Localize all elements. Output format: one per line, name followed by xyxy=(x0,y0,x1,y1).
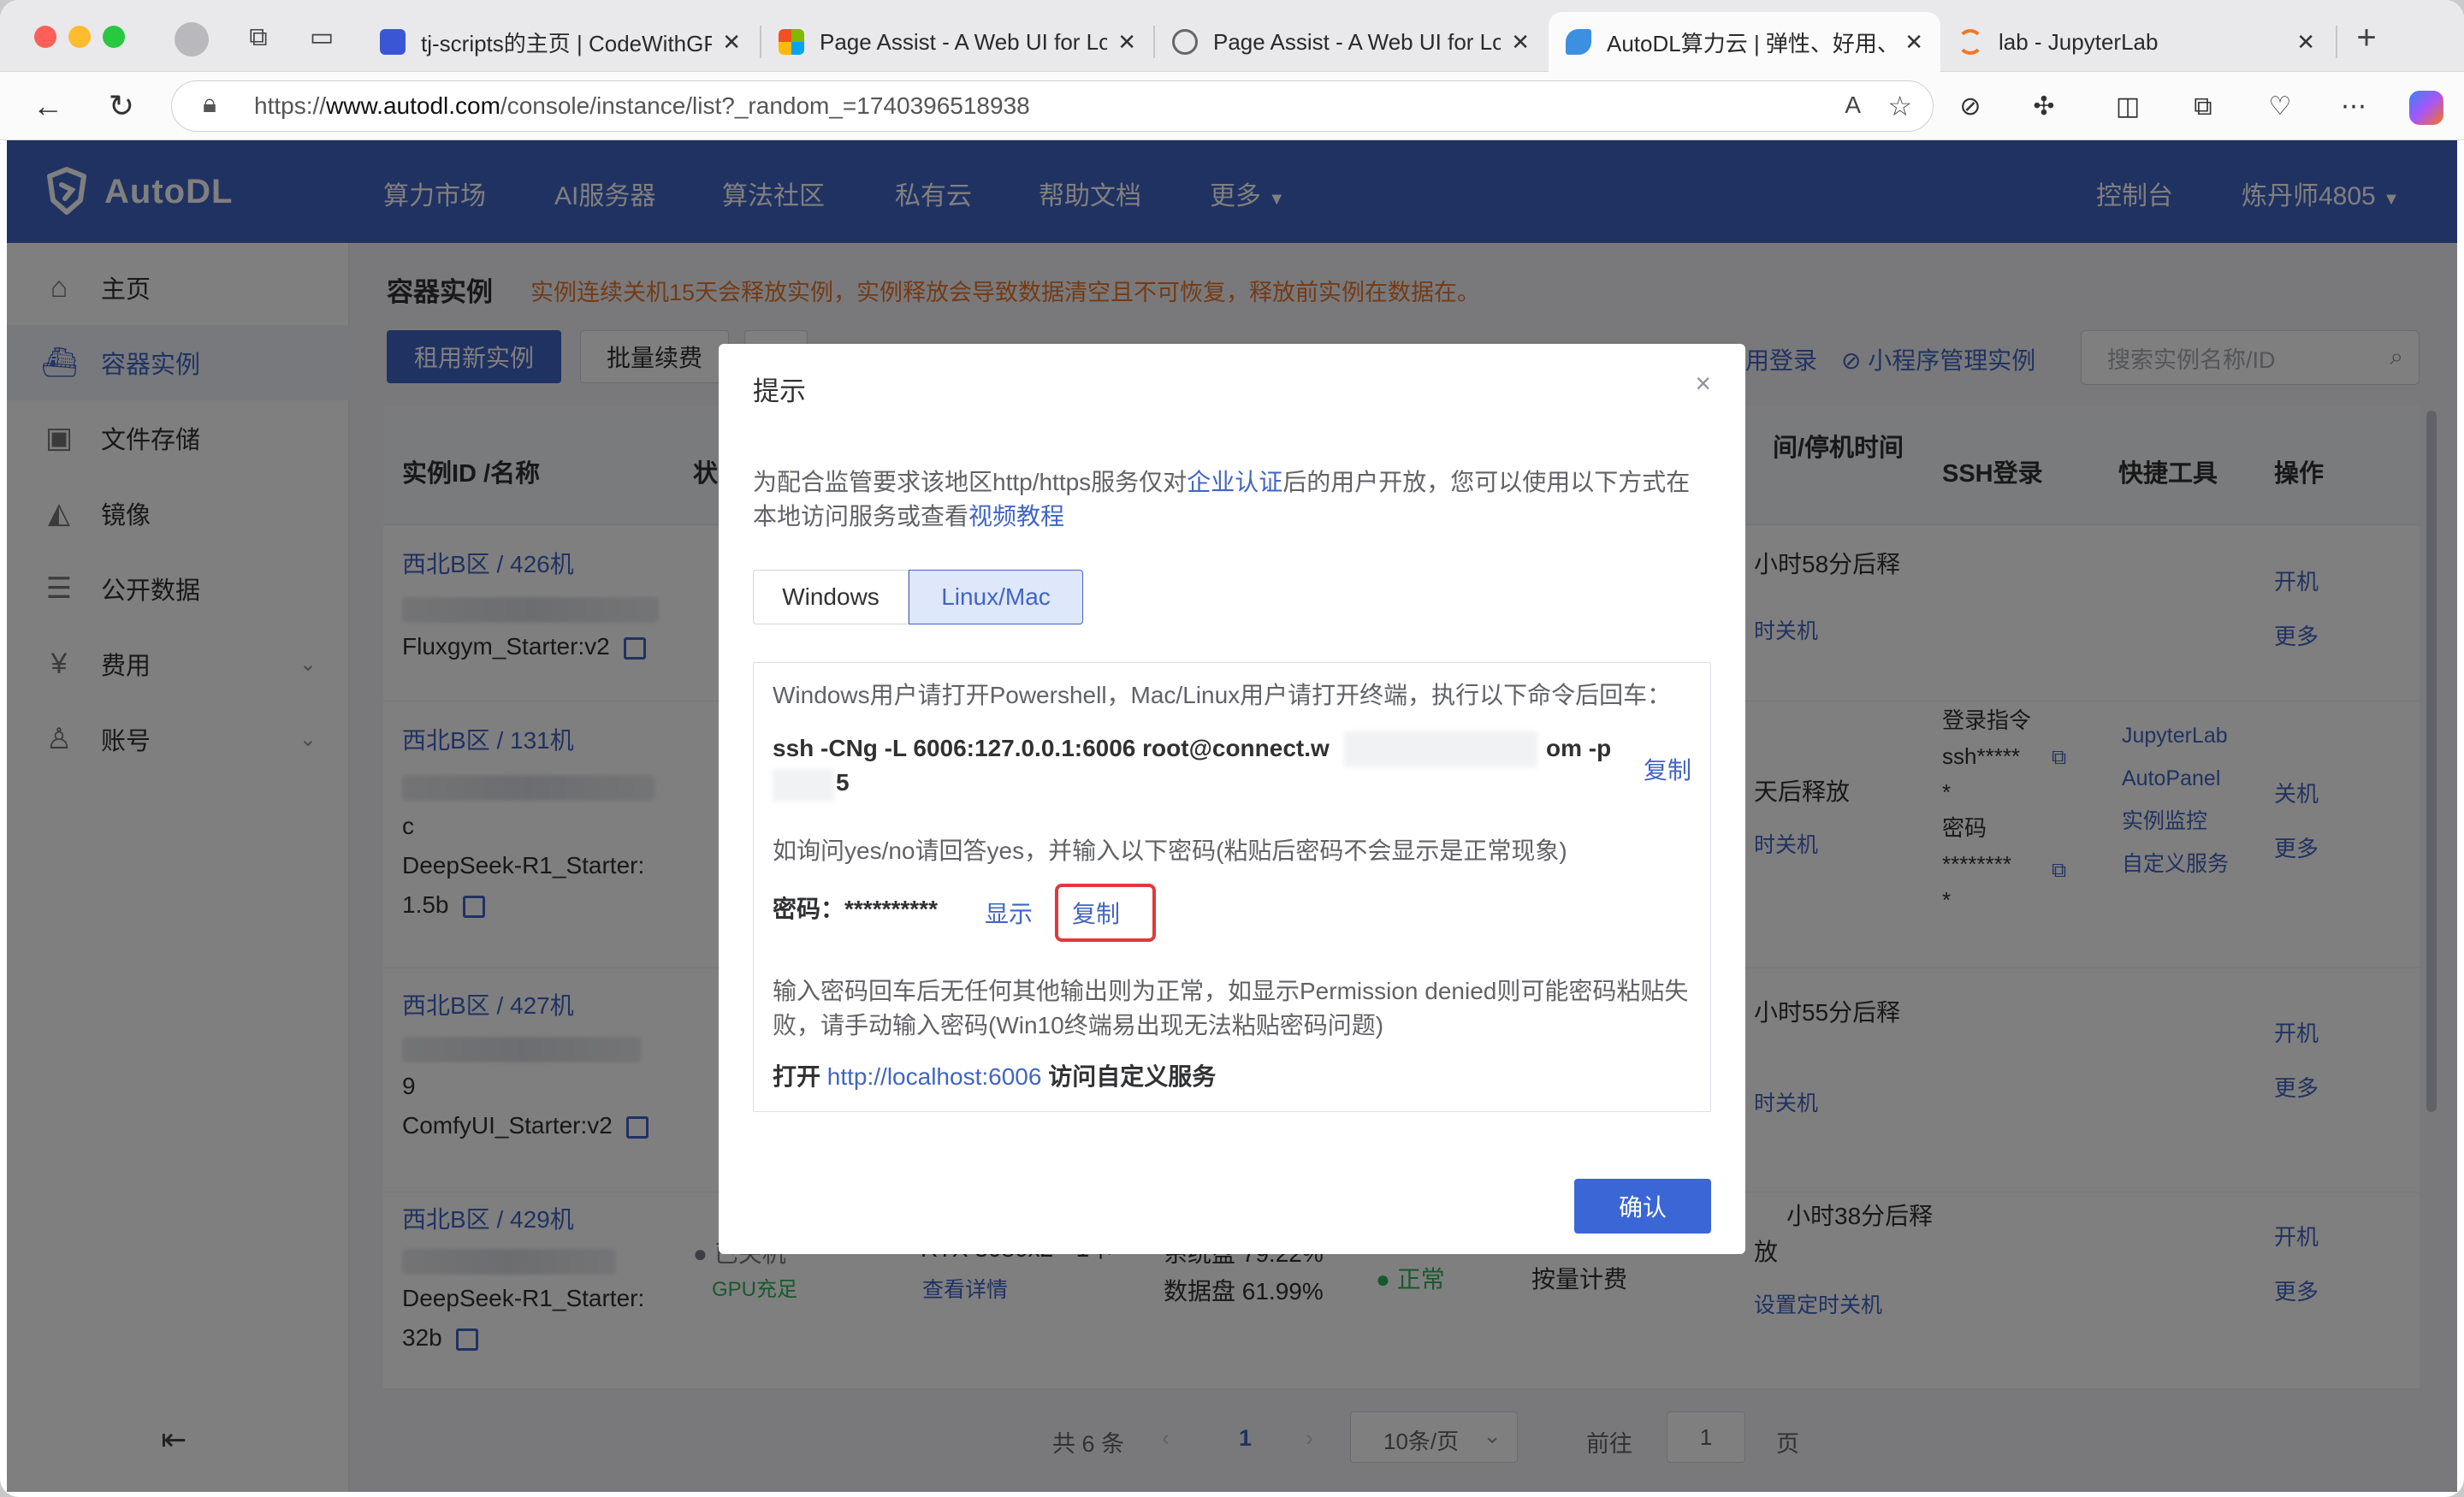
video-tutorial-link[interactable]: 视频教程 xyxy=(968,503,1064,530)
address-bar: ← ↻ 🔒︎ https://www.autodl.com/console/in… xyxy=(0,72,2464,140)
dialog-intro: 为配合监管要求该地区http/https服务仅对企业认证后的用户开放，您可以使用… xyxy=(753,469,1691,530)
tab-close-icon[interactable]: ✕ xyxy=(1511,29,1530,56)
localhost-link[interactable]: http://localhost:6006 xyxy=(827,1063,1042,1090)
browser-essentials-icon[interactable]: ♡ xyxy=(2264,91,2296,123)
confirm-button[interactable]: 确认 xyxy=(1574,1179,1711,1234)
tab-close-icon[interactable]: ✕ xyxy=(722,29,741,56)
tab-page-assist-2[interactable]: Page Assist - A Web UI for Lo ✕ xyxy=(1155,12,1547,72)
tab-codewithgpu[interactable]: tj-scripts的主页 | CodeWithGP ✕ xyxy=(363,12,758,72)
ssh-tunnel-dialog: 提示 × 为配合监管要求该地区http/https服务仅对企业认证后的用户开放，… xyxy=(719,344,1745,1254)
tab-close-icon[interactable]: ✕ xyxy=(2296,29,2315,56)
split-screen-icon[interactable]: ◫ xyxy=(2112,91,2144,123)
microsoft-icon xyxy=(779,29,804,55)
more-options-icon[interactable]: ⋯ xyxy=(2337,91,2370,123)
tab-close-icon[interactable]: ✕ xyxy=(1904,29,1923,56)
chat-bubble-icon xyxy=(1172,29,1198,55)
collections-icon[interactable]: ⧉ xyxy=(243,22,274,53)
instructions-box: Windows用户请打开Powershell，Mac/Linux用户请打开终端，… xyxy=(753,662,1711,1112)
show-password-button[interactable]: 显示 xyxy=(985,896,1033,930)
tab-linux-mac[interactable]: Linux/Mac xyxy=(909,570,1083,624)
tab-close-icon[interactable]: ✕ xyxy=(1117,29,1136,56)
tab-jupyterlab[interactable]: lab - JupyterLab ✕ xyxy=(1940,12,2332,72)
profile-avatar-icon[interactable] xyxy=(175,22,209,56)
back-arrow-icon[interactable]: ← xyxy=(29,87,67,125)
url-field[interactable]: 🔒︎ https://www.autodl.com/console/instan… xyxy=(171,80,1934,132)
reload-icon[interactable]: ↻ xyxy=(103,87,140,125)
read-aloud-icon[interactable]: A xyxy=(1845,92,1861,119)
tab-autodl[interactable]: AutoDL算力云 | 弹性、好用、省 ✕ xyxy=(1549,12,1940,72)
close-icon[interactable]: × xyxy=(1695,368,1711,399)
new-tab-button[interactable]: + xyxy=(2351,21,2382,55)
enterprise-cert-link[interactable]: 企业认证 xyxy=(1187,469,1282,495)
tracking-blocked-icon[interactable]: ⊘ xyxy=(1954,91,1987,123)
open-local-service: 打开 http://localhost:6006 访问自定义服务 xyxy=(773,1063,1217,1090)
close-window-button[interactable] xyxy=(34,26,56,48)
minimize-window-button[interactable] xyxy=(68,26,91,48)
jupyter-icon xyxy=(1958,29,1983,55)
extensions-icon[interactable]: ✣ xyxy=(2028,91,2060,123)
browser-window: ⧉ ▭ tj-scripts的主页 | CodeWithGP ✕ Page As… xyxy=(0,0,2464,1497)
copy-command-button[interactable]: 复制 xyxy=(1644,752,1691,786)
tab-windows[interactable]: Windows xyxy=(753,570,909,624)
dialog-title: 提示 xyxy=(753,376,806,406)
favorite-star-icon[interactable]: ☆ xyxy=(1887,90,1912,122)
zoom-window-button[interactable] xyxy=(103,26,125,48)
codewithgpu-icon xyxy=(380,29,406,55)
copy-password-button[interactable]: 复制 xyxy=(1072,896,1120,930)
ssh-command: ssh -CNg -L 6006:127.0.0.1:6006 root@con… xyxy=(773,735,1330,761)
lock-icon: 🔒︎ xyxy=(203,90,216,118)
tab-page-assist-1[interactable]: Page Assist - A Web UI for Lo ✕ xyxy=(761,12,1153,72)
copilot-icon[interactable] xyxy=(2409,91,2443,125)
password-field: 密码：********** xyxy=(773,896,938,922)
tab-strip: ⧉ ▭ tj-scripts的主页 | CodeWithGP ✕ Page As… xyxy=(0,0,2464,72)
autodl-icon xyxy=(1566,29,1591,55)
tab-actions-icon[interactable]: ▭ xyxy=(306,22,337,53)
collections-icon[interactable]: ⧉ xyxy=(2187,91,2219,123)
